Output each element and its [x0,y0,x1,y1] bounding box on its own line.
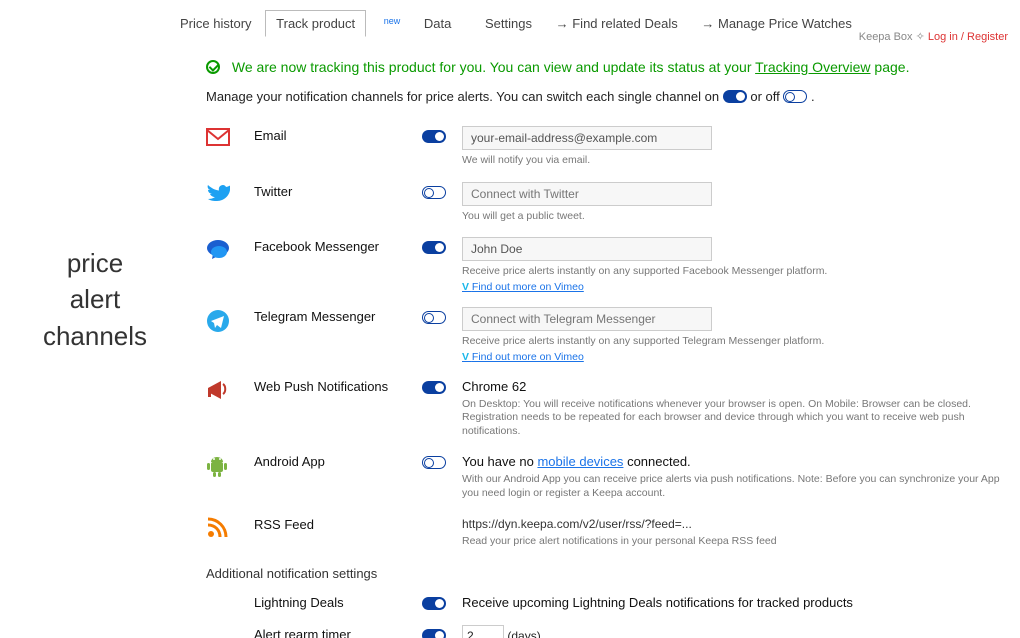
intro-text: Manage your notification channels for pr… [206,89,1020,104]
channel-label: Email [254,126,422,143]
channel-label: Telegram Messenger [254,307,422,324]
rss-url[interactable]: https://dyn.keepa.com/v2/user/rss/?feed=… [462,515,1000,531]
android-status: You have no mobile devices connected. [462,452,1000,469]
messenger-icon [206,239,230,261]
channel-label: Web Push Notifications [254,377,422,394]
additional-heading: Additional notification settings [206,566,1020,581]
tg-connect-input[interactable] [462,307,712,331]
lightning-toggle[interactable] [422,597,446,610]
channel-label: Facebook Messenger [254,237,422,254]
android-sub: With our Android App you can receive pri… [462,473,1000,500]
tab-settings[interactable]: Settings [475,11,542,36]
email-sub: We will notify you via email. [462,154,1000,168]
tab-find-deals[interactable]: → Find related Deals [546,11,688,36]
telegram-icon [206,309,230,333]
tg-sub: Receive price alerts instantly on any su… [462,335,1000,349]
tracking-banner: We are now tracking this product for you… [206,59,1020,75]
android-icon [206,454,228,478]
fbm-toggle[interactable] [422,241,446,254]
channel-label: RSS Feed [254,515,422,532]
rearm-unit: (days) [507,629,540,638]
channel-rss: RSS Feed https://dyn.keepa.com/v2/user/r… [206,507,1020,555]
new-badge: new [374,11,411,31]
channel-email: Email We will notify you via email. [206,118,1020,174]
channel-twitter: Twitter You will get a public tweet. [206,174,1020,230]
tab-manage-watches[interactable]: → Manage Price Watches [691,11,862,36]
lightning-text: Receive upcoming Lightning Deals notific… [462,593,1000,610]
setting-label: Alert rearm timer [254,625,422,638]
tg-toggle[interactable] [422,311,446,324]
channel-webpush: Web Push Notifications Chrome 62 On Desk… [206,369,1020,445]
rss-icon [206,517,228,539]
twitter-toggle[interactable] [422,186,446,199]
tg-vimeo-link[interactable]: Find out more on Vimeo [462,351,584,363]
setting-lightning: Lightning Deals Receive upcoming Lightni… [206,585,1020,617]
rss-sub: Read your price alert notifications in y… [462,535,1000,549]
tab-price-history[interactable]: Price history [170,11,262,36]
channel-label: Android App [254,452,422,469]
setting-label: Lightning Deals [254,593,422,610]
android-toggle[interactable] [422,456,446,469]
megaphone-icon [206,379,230,401]
channel-telegram: Telegram Messenger Receive price alerts … [206,299,1020,369]
channel-fb-messenger: Facebook Messenger Receive price alerts … [206,229,1020,299]
push-toggle[interactable] [422,381,446,394]
push-value: Chrome 62 [462,377,1000,394]
email-input[interactable] [462,126,712,150]
channel-android: Android App You have no mobile devices c… [206,444,1020,506]
email-toggle[interactable] [422,130,446,143]
fbm-sub: Receive price alerts instantly on any su… [462,265,1000,279]
login-link[interactable]: Log in / Register [928,31,1008,43]
mobile-devices-link[interactable]: mobile devices [537,454,623,469]
brand-label: Keepa Box [859,31,916,43]
twitter-sub: You will get a public tweet. [462,210,1000,224]
email-icon [206,128,230,146]
tab-track-product[interactable]: Track product [265,10,366,37]
push-sub: On Desktop: You will receive notificatio… [462,398,1000,439]
rearm-toggle[interactable] [422,629,446,638]
side-caption: price alert channels [25,245,165,354]
header-right: Keepa Box ✧ Log in / Register [859,30,1008,43]
tab-data[interactable]: new Data [370,6,472,41]
channel-label: Twitter [254,182,422,199]
toggle-on-example-icon [723,90,747,103]
twitter-connect-input[interactable] [462,182,712,206]
rearm-days-input[interactable]: 2 [462,625,504,638]
fbm-vimeo-link[interactable]: Find out more on Vimeo [462,281,584,293]
check-icon [206,60,220,74]
fbm-input[interactable] [462,237,712,261]
toggle-off-example-icon [783,90,807,103]
twitter-icon [206,184,230,204]
setting-rearm: Alert rearm timer 2 (days) How does it w… [206,617,1020,638]
tracking-overview-link[interactable]: Tracking Overview [755,59,870,75]
